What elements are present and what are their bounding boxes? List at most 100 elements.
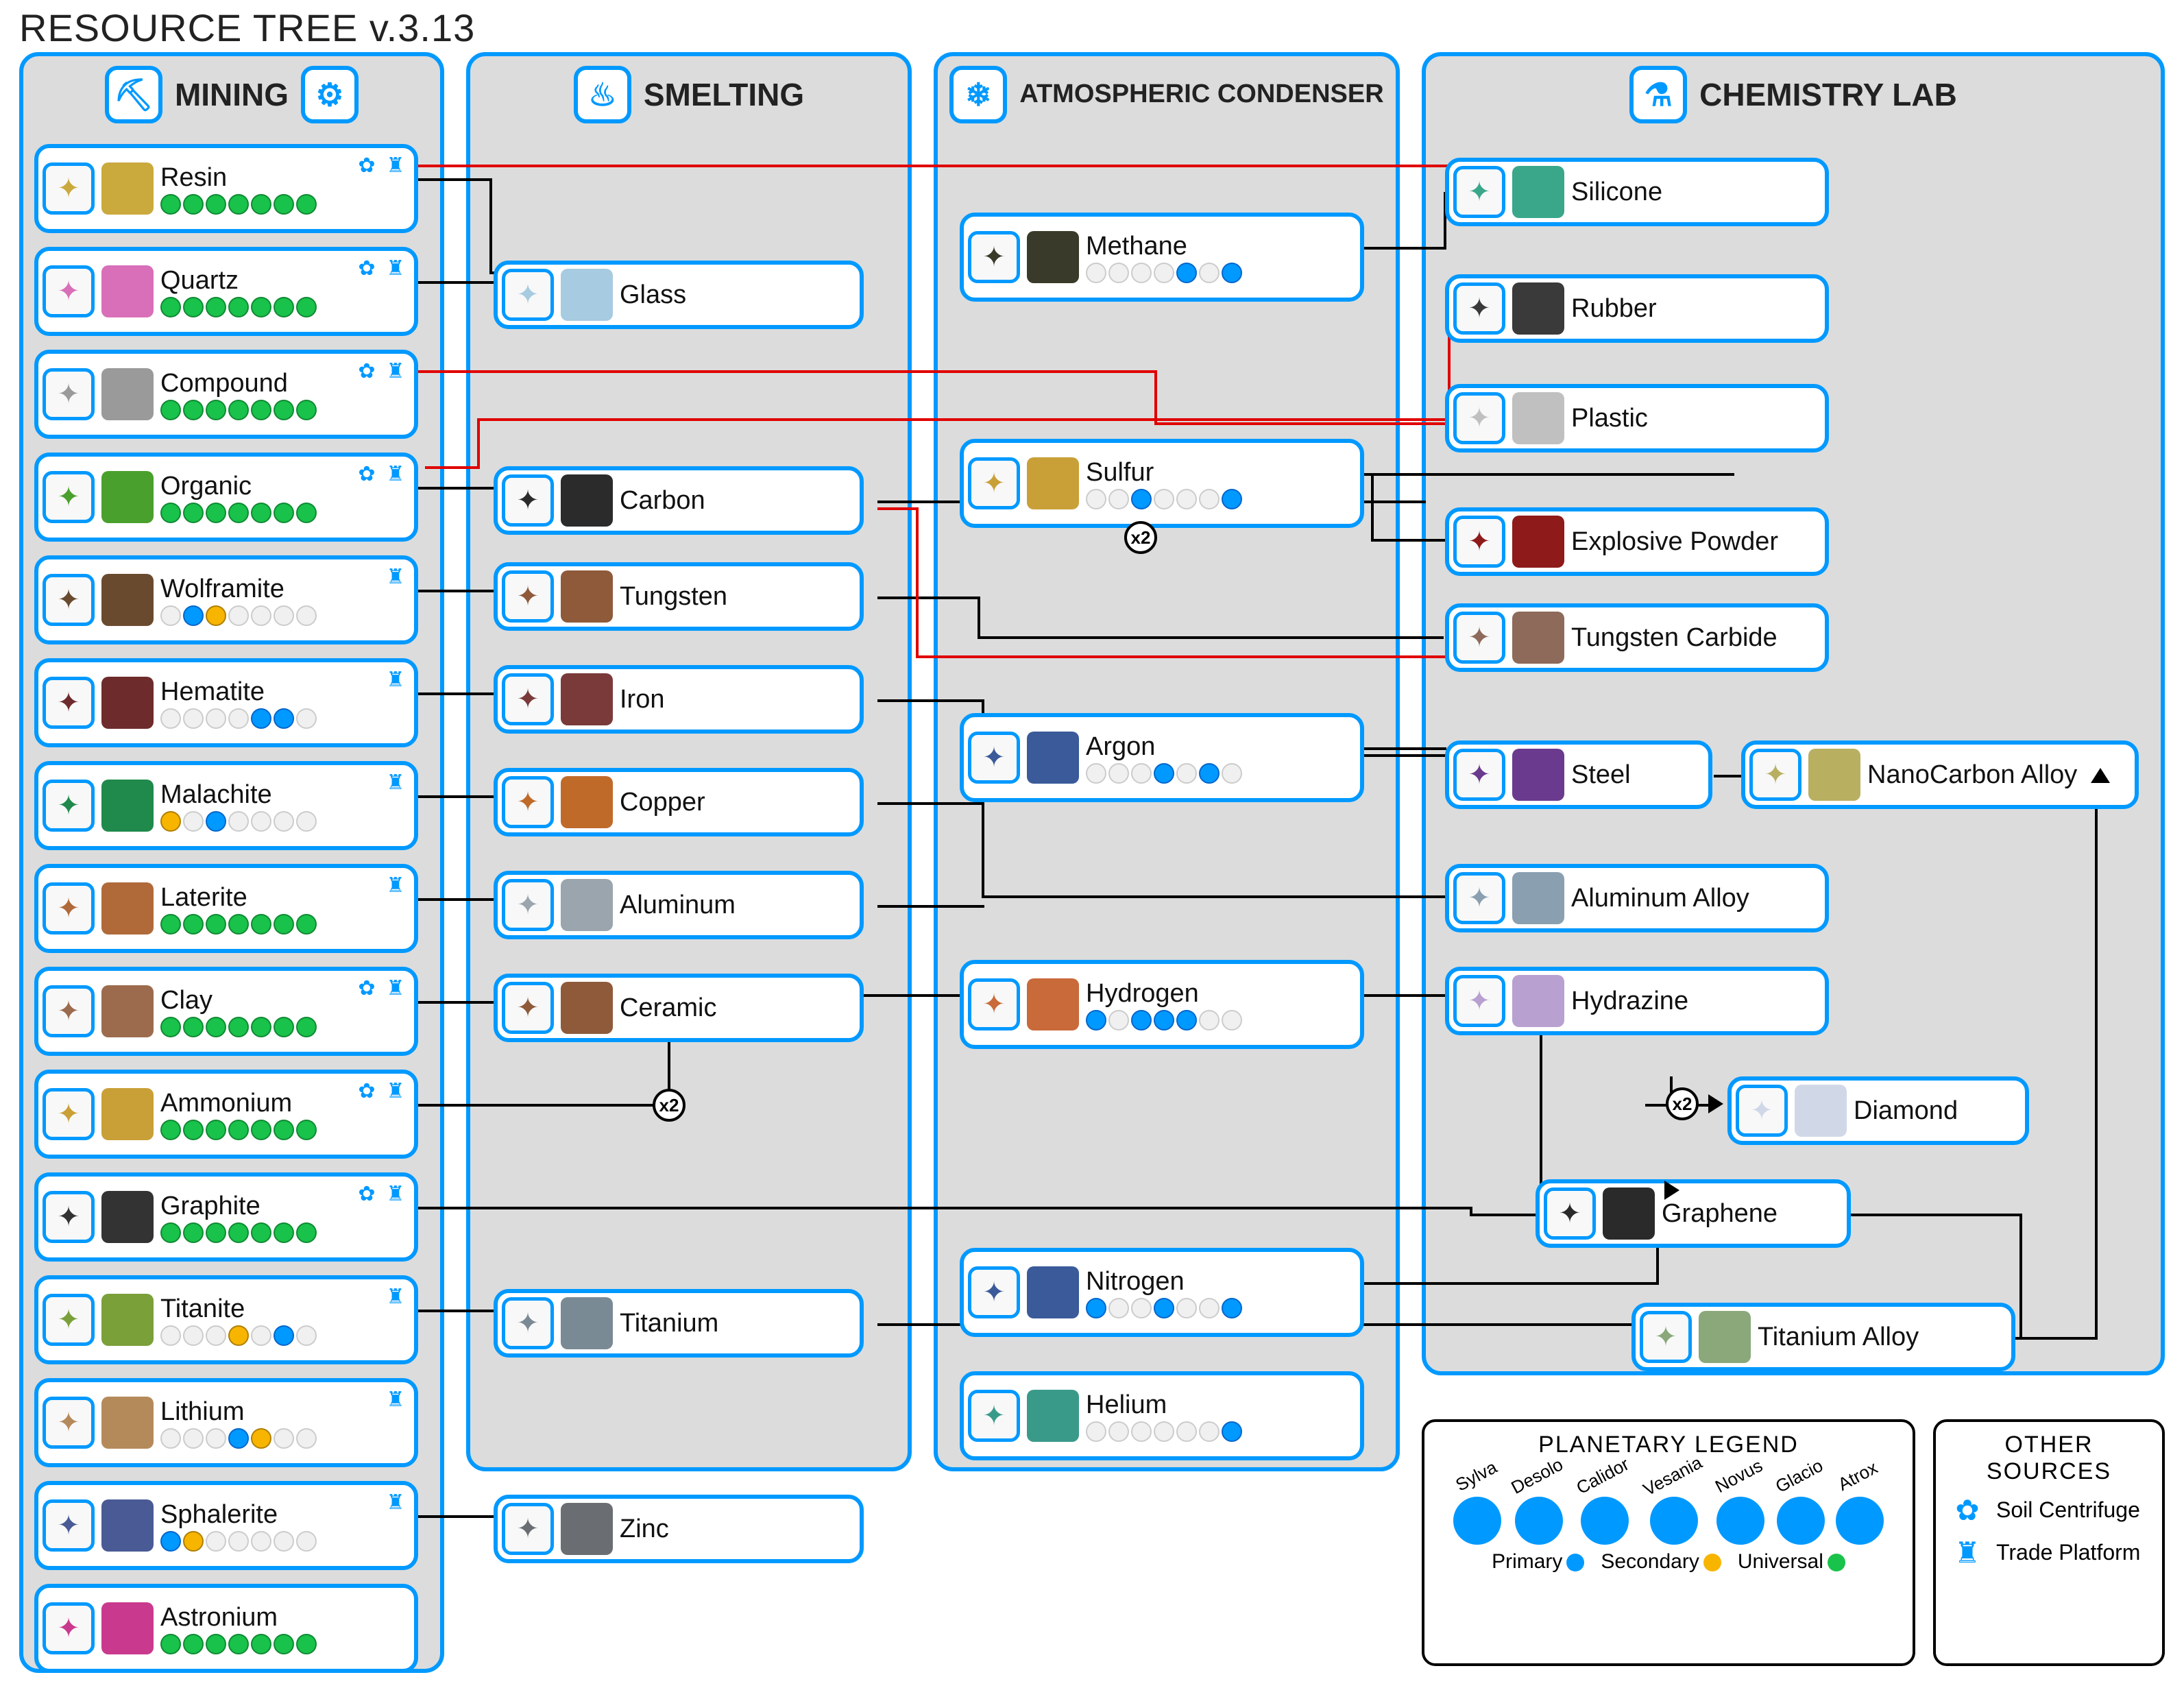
- resource-laterite[interactable]: ✦Laterite♜: [34, 864, 418, 953]
- source-centrifuge: ✿Soil Centrifuge: [1950, 1492, 2148, 1528]
- resource-astronium[interactable]: ✦Astronium: [34, 1584, 418, 1673]
- planet-dot: [228, 708, 249, 729]
- resource-nanocarbon[interactable]: ✦NanoCarbon Alloy: [1741, 740, 2139, 809]
- resource-hydrazine[interactable]: ✦Hydrazine: [1445, 967, 1829, 1035]
- resource-tungsten[interactable]: ✦Tungsten: [494, 562, 864, 631]
- resource-glass[interactable]: ✦Glass: [494, 261, 864, 329]
- planet-dot: [1199, 1298, 1220, 1318]
- planet-dot: [206, 1428, 226, 1449]
- resource-name: Rubber: [1571, 294, 1818, 324]
- planet-dot: [296, 708, 317, 729]
- trade-icon: ♜: [384, 359, 407, 383]
- resource-symbol-icon: ✦: [1736, 1085, 1788, 1137]
- resource-titanium[interactable]: ✦Titanium: [494, 1289, 864, 1358]
- resource-item-icon: [101, 677, 154, 729]
- resource-titanite[interactable]: ✦Titanite♜: [34, 1275, 418, 1364]
- legend-key-item: Universal: [1738, 1550, 1845, 1574]
- resource-ammonium[interactable]: ✦Ammonium✿♜: [34, 1070, 418, 1159]
- resource-methane[interactable]: ✦Methane: [960, 213, 1364, 302]
- resource-name: Argon: [1086, 732, 1353, 762]
- resource-aluminum[interactable]: ✦Aluminum: [494, 871, 864, 939]
- column-label: SMELTING: [644, 76, 804, 113]
- resource-symbol-icon: ✦: [43, 1397, 95, 1449]
- resource-item-icon: [561, 879, 613, 931]
- resource-graphite[interactable]: ✦Graphite✿♜: [34, 1172, 418, 1262]
- resource-malachite[interactable]: ✦Malachite♜: [34, 761, 418, 850]
- resource-lithium[interactable]: ✦Lithium♜: [34, 1378, 418, 1467]
- resource-item-icon: [561, 1503, 613, 1555]
- resource-symbol-icon: ✦: [43, 1499, 95, 1552]
- resource-symbol-icon: ✦: [43, 1602, 95, 1654]
- resource-hematite[interactable]: ✦Hematite♜: [34, 658, 418, 747]
- resource-item-icon: [1512, 282, 1564, 335]
- connection-line: [916, 507, 919, 658]
- connection-line: [1364, 747, 1446, 750]
- planet-dot: [251, 708, 271, 729]
- planet-dot: [206, 1017, 226, 1037]
- resource-symbol-icon: ✦: [43, 368, 95, 420]
- resource-quartz[interactable]: ✦Quartz✿♜: [34, 247, 418, 336]
- planet-icon: [1716, 1497, 1764, 1545]
- planet-dot: [296, 1017, 317, 1037]
- resource-sphalerite[interactable]: ✦Sphalerite♜: [34, 1481, 418, 1570]
- planet-dot: [1176, 1298, 1197, 1318]
- planet-dot: [183, 1325, 204, 1346]
- planet-dot: [206, 708, 226, 729]
- planet-dot: [1199, 489, 1220, 509]
- resource-iron[interactable]: ✦Iron: [494, 665, 864, 734]
- planet-dot: [274, 1428, 294, 1449]
- resource-symbol-icon: ✦: [43, 677, 95, 729]
- planet-dot: [206, 1325, 226, 1346]
- resource-argon[interactable]: ✦Argon: [960, 713, 1364, 802]
- planet-dot: [183, 503, 204, 523]
- arrow-icon: [1708, 1094, 1723, 1113]
- resource-item-icon: [561, 982, 613, 1034]
- planet-dot: [228, 1634, 249, 1654]
- planet-dot: [183, 708, 204, 729]
- resource-tcarbide[interactable]: ✦Tungsten Carbide: [1445, 603, 1829, 672]
- planet-dot: [1086, 1421, 1106, 1442]
- resource-expowder[interactable]: ✦Explosive Powder: [1445, 507, 1829, 576]
- centrifuge-icon: ✿: [355, 976, 378, 1000]
- resource-organic[interactable]: ✦Organic✿♜: [34, 453, 418, 542]
- resource-compound[interactable]: ✦Compound✿♜: [34, 350, 418, 439]
- resource-symbol-icon: ✦: [43, 471, 95, 523]
- resource-symbol-icon: ✦: [502, 673, 554, 725]
- planet-dot: [251, 605, 271, 626]
- resource-name: Lithium: [160, 1397, 407, 1427]
- resource-item-icon: [1603, 1187, 1655, 1240]
- resource-clay[interactable]: ✦Clay✿♜: [34, 967, 418, 1056]
- resource-wolframite[interactable]: ✦Wolframite♜: [34, 555, 418, 644]
- resource-nitrogen[interactable]: ✦Nitrogen: [960, 1248, 1364, 1337]
- resource-plastic[interactable]: ✦Plastic: [1445, 384, 1829, 453]
- resource-item-icon: [1027, 1390, 1079, 1442]
- resource-resin[interactable]: ✦Resin✿♜: [34, 144, 418, 233]
- resource-helium[interactable]: ✦Helium: [960, 1371, 1364, 1460]
- resource-item-icon: [1512, 392, 1564, 444]
- planet-icon: [1515, 1497, 1563, 1545]
- resource-sulfur[interactable]: ✦Sulfur: [960, 439, 1364, 528]
- planet-dot: [228, 297, 249, 317]
- resource-diamond[interactable]: ✦Diamond: [1727, 1076, 2029, 1145]
- resource-ceramic[interactable]: ✦Ceramic: [494, 974, 864, 1042]
- resource-item-icon: [1512, 166, 1564, 218]
- resource-carbon[interactable]: ✦Carbon: [494, 466, 864, 535]
- resource-copper[interactable]: ✦Copper: [494, 768, 864, 836]
- resource-graphene[interactable]: ✦Graphene: [1536, 1179, 1851, 1248]
- trade-icon: ♜: [384, 1079, 407, 1102]
- resource-alalloy[interactable]: ✦Aluminum Alloy: [1445, 864, 1829, 932]
- resource-zinc[interactable]: ✦Zinc: [494, 1495, 864, 1563]
- trade-icon: ♜: [384, 668, 407, 691]
- resource-rubber[interactable]: ✦Rubber: [1445, 274, 1829, 343]
- resource-tialloy[interactable]: ✦Titanium Alloy: [1631, 1303, 2015, 1371]
- planet-dot: [206, 297, 226, 317]
- resource-symbol-icon: ✦: [968, 1390, 1020, 1442]
- planet-dot: [1176, 763, 1197, 784]
- resource-name: Titanium: [620, 1309, 853, 1338]
- planet-dot: [251, 1634, 271, 1654]
- trade-icon: ♜: [384, 873, 407, 897]
- resource-silicone[interactable]: ✦Silicone: [1445, 158, 1829, 226]
- centrifuge-icon: ✿: [355, 1079, 378, 1102]
- resource-steel[interactable]: ✦Steel: [1445, 740, 1712, 809]
- resource-hydrogen[interactable]: ✦Hydrogen: [960, 960, 1364, 1049]
